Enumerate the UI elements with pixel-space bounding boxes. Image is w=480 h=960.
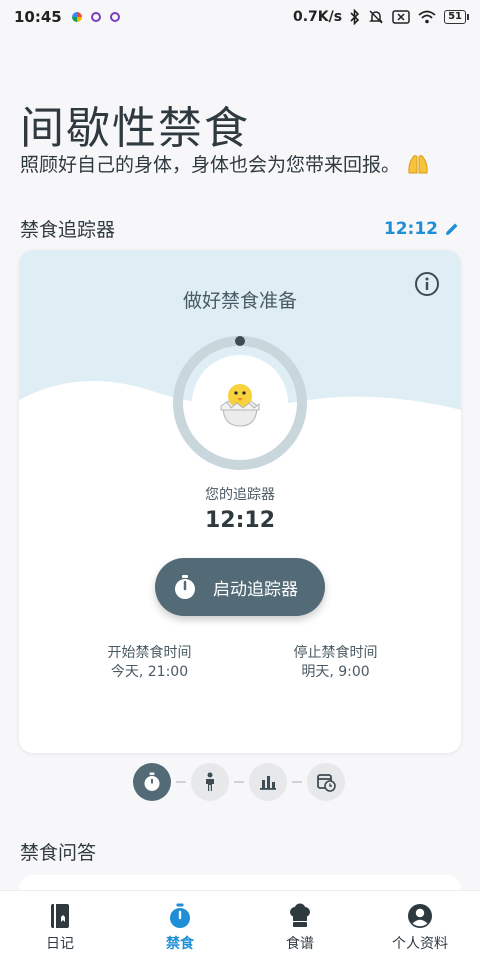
page-subtitle: 照顾好自己的身体，身体也会为您带来回报。	[20, 150, 430, 177]
tracker-section-label: 禁食追踪器	[20, 219, 116, 241]
subtitle-text: 照顾好自己的身体，身体也会为您带来回报。	[20, 154, 401, 176]
app-notification-icon	[90, 12, 101, 22]
status-bar: 10:45 0.7K/s 51	[0, 0, 480, 34]
nav-item-recipes[interactable]: 食谱	[240, 891, 360, 960]
tracker-value: 12:12	[204, 508, 276, 533]
profile-icon	[408, 904, 432, 928]
person-icon	[206, 772, 214, 791]
card-pager	[133, 763, 345, 801]
prep-status-text: 做好禁食准备	[182, 290, 297, 312]
network-speed: 0.7K/s	[292, 9, 343, 25]
pager-activity-button[interactable]	[191, 763, 229, 801]
tracker-section-header: 禁食追踪器 12:12	[20, 215, 460, 242]
bar-chart-icon	[260, 776, 276, 790]
pager-divider	[176, 781, 186, 783]
nav-item-fasting[interactable]: 禁食	[120, 891, 240, 960]
status-time: 10:45	[14, 8, 62, 26]
bottom-nav: 日记 禁食 食谱 个人资料	[0, 890, 480, 960]
start-tracker-label: 启动追踪器	[213, 579, 298, 600]
app-notification-icon	[71, 12, 82, 22]
stop-time-value: 明天, 9:00	[301, 664, 370, 680]
stop-time-label: 停止禁食时间	[293, 645, 378, 661]
nav-label: 禁食	[166, 936, 194, 952]
edit-schedule-button[interactable]: 12:12	[384, 219, 460, 239]
nav-label: 个人资料	[392, 936, 448, 952]
nav-label: 食谱	[286, 936, 314, 952]
pencil-icon	[446, 223, 458, 235]
fasting-progress-ring	[173, 336, 307, 470]
nav-item-journal[interactable]: 日记	[0, 891, 120, 960]
notification-icons	[71, 12, 120, 22]
pager-divider	[234, 781, 244, 783]
tracker-card: 做好禁食准备 您的追踪器 12:12 启动追踪器 开始禁食时间 今天, 21:0…	[19, 250, 461, 753]
calendar-clock-icon	[317, 774, 336, 792]
sim-off-icon	[392, 10, 410, 24]
page-title: 间歇性禁食	[20, 103, 250, 154]
start-time-label: 开始禁食时间	[107, 645, 192, 661]
battery-icon: 51	[444, 10, 469, 24]
stopwatch-icon	[175, 575, 195, 599]
pager-stats-button[interactable]	[249, 763, 287, 801]
stop-time-block: 停止禁食时间 明天, 9:00	[240, 644, 461, 682]
stopwatch-icon	[170, 903, 190, 928]
app-notification-icon	[109, 12, 120, 22]
nav-label: 日记	[46, 936, 74, 952]
pager-calendar-button[interactable]	[307, 763, 345, 801]
start-time-value: 今天, 21:00	[110, 664, 189, 680]
start-tracker-button[interactable]: 启动追踪器	[155, 558, 325, 616]
start-time-block: 开始禁食时间 今天, 21:00	[19, 644, 240, 682]
faq-section-label: 禁食问答	[20, 842, 97, 864]
journal-icon	[51, 904, 69, 928]
wifi-icon	[418, 10, 436, 24]
fasting-times: 开始禁食时间 今天, 21:00 停止禁食时间 明天, 9:00	[19, 644, 461, 682]
chef-hat-icon	[290, 903, 310, 927]
stopwatch-icon	[144, 772, 160, 791]
pager-divider	[292, 781, 302, 783]
folded-hands-icon	[408, 154, 428, 173]
mute-bell-icon	[368, 9, 384, 25]
schedule-time: 12:12	[383, 218, 438, 239]
bluetooth-icon	[350, 9, 360, 25]
nav-item-profile[interactable]: 个人资料	[360, 891, 480, 960]
your-tracker-label: 您的追踪器	[205, 487, 275, 503]
pager-timer-button[interactable]	[133, 763, 171, 801]
